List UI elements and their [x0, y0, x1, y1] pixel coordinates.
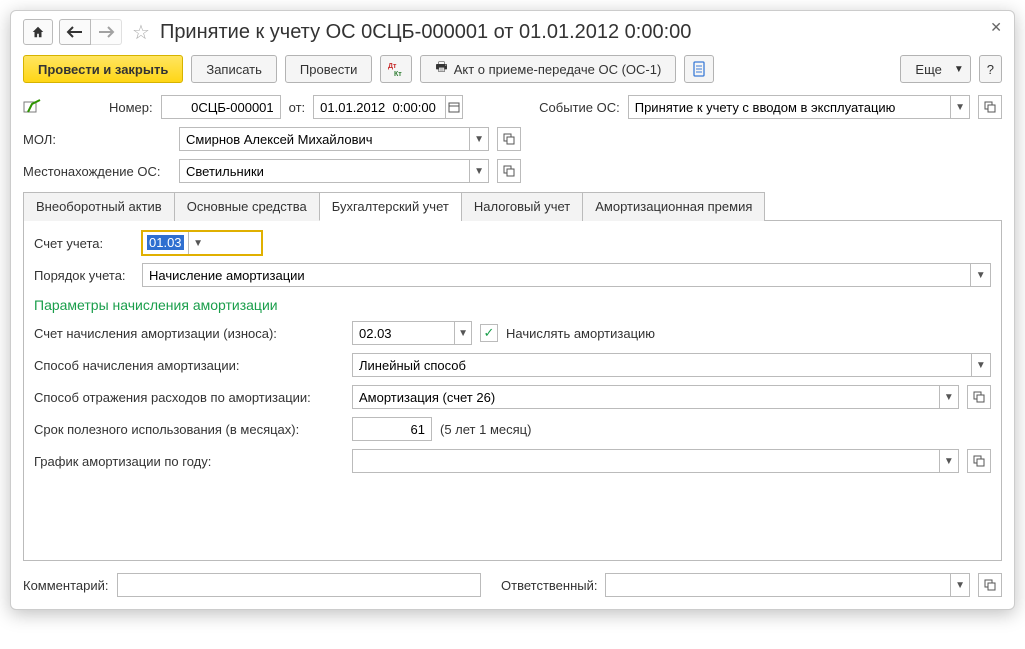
- account-input[interactable]: 01.03: [143, 232, 188, 254]
- location-label: Местонахождение ОС:: [23, 164, 171, 179]
- svg-text:Дт: Дт: [388, 63, 397, 70]
- life-label: Срок полезного использования (в месяцах)…: [34, 422, 344, 437]
- open-icon[interactable]: [497, 159, 521, 183]
- chevron-down-icon: ▼: [954, 64, 964, 75]
- attachments-button[interactable]: [684, 55, 714, 83]
- life-hint: (5 лет 1 месяц): [440, 422, 531, 437]
- mol-input[interactable]: [180, 128, 469, 150]
- post-button[interactable]: Провести: [285, 55, 373, 83]
- method-input[interactable]: [353, 354, 971, 376]
- dt-kt-button[interactable]: ДтКт: [380, 55, 412, 83]
- mol-label: МОЛ:: [23, 132, 171, 147]
- number-input[interactable]: [162, 96, 280, 118]
- calc-amort-checkbox[interactable]: ✓: [480, 324, 498, 342]
- print-act-label: Акт о приеме-передаче ОС (ОС-1): [454, 62, 662, 77]
- chevron-down-icon[interactable]: ▼: [469, 160, 488, 182]
- account-label: Счет учета:: [34, 236, 134, 251]
- forward-button[interactable]: [91, 19, 122, 45]
- tabs: Внеоборотный актив Основные средства Бух…: [23, 191, 1002, 221]
- svg-text:Кт: Кт: [394, 71, 402, 77]
- expense-label: Способ отражения расходов по амортизации…: [34, 390, 344, 405]
- chevron-down-icon[interactable]: ▼: [970, 264, 990, 286]
- more-label: Еще: [915, 62, 941, 77]
- chevron-down-icon[interactable]: ▼: [939, 450, 958, 472]
- save-button[interactable]: Записать: [191, 55, 277, 83]
- event-label: Событие ОС:: [539, 100, 620, 115]
- tab-accounting[interactable]: Бухгалтерский учет: [319, 192, 462, 221]
- open-icon[interactable]: [967, 449, 991, 473]
- tab-content: Счет учета: 01.03 ▼ Порядок учета: ▼ Пар…: [23, 221, 1002, 561]
- calendar-icon[interactable]: [445, 96, 463, 118]
- responsible-label: Ответственный:: [501, 578, 597, 593]
- method-label: Способ начисления амортизации:: [34, 358, 344, 373]
- amort-account-input[interactable]: [353, 322, 454, 344]
- event-input[interactable]: [629, 96, 950, 118]
- back-button[interactable]: [59, 19, 91, 45]
- order-input[interactable]: [143, 264, 970, 286]
- responsible-input[interactable]: [606, 574, 950, 596]
- date-input[interactable]: [314, 96, 444, 118]
- more-button[interactable]: Еще ▼: [900, 55, 970, 83]
- chevron-down-icon[interactable]: ▼: [939, 386, 958, 408]
- life-input[interactable]: [353, 418, 431, 440]
- expense-input[interactable]: [353, 386, 939, 408]
- open-icon[interactable]: [967, 385, 991, 409]
- ot-label: от:: [289, 100, 306, 115]
- calc-amort-label: Начислять амортизацию: [506, 326, 655, 341]
- chevron-down-icon[interactable]: ▼: [971, 354, 990, 376]
- comment-label: Комментарий:: [23, 578, 109, 593]
- post-and-close-button[interactable]: Провести и закрыть: [23, 55, 183, 83]
- close-icon[interactable]: ✕: [990, 19, 1002, 36]
- chevron-down-icon[interactable]: ▼: [188, 232, 208, 254]
- document-window: ✕ ☆ Принятие к учету ОС 0СЦБ-000001 от 0…: [10, 10, 1015, 610]
- tab-noncurrent-asset[interactable]: Внеоборотный актив: [23, 192, 175, 221]
- tab-amort-bonus[interactable]: Амортизационная премия: [582, 192, 765, 221]
- chevron-down-icon[interactable]: ▼: [950, 574, 969, 596]
- schedule-label: График амортизации по году:: [34, 454, 344, 469]
- location-input[interactable]: [180, 160, 469, 182]
- number-label: Номер:: [109, 100, 153, 115]
- doc-status-icon: [23, 99, 41, 115]
- tab-fixed-assets[interactable]: Основные средства: [174, 192, 320, 221]
- favorite-star-icon[interactable]: ☆: [128, 20, 154, 45]
- open-icon[interactable]: [978, 95, 1002, 119]
- help-button[interactable]: ?: [979, 55, 1002, 83]
- print-act-button[interactable]: Акт о приеме-передаче ОС (ОС-1): [420, 55, 676, 83]
- schedule-input[interactable]: [353, 450, 939, 472]
- amort-account-label: Счет начисления амортизации (износа):: [34, 326, 344, 341]
- comment-input[interactable]: [118, 574, 481, 596]
- chevron-down-icon[interactable]: ▼: [469, 128, 488, 150]
- chevron-down-icon[interactable]: ▼: [950, 96, 969, 118]
- page-title: Принятие к учету ОС 0СЦБ-000001 от 01.01…: [160, 21, 691, 44]
- home-button[interactable]: [23, 19, 53, 45]
- order-label: Порядок учета:: [34, 268, 134, 283]
- printer-icon: [435, 58, 447, 80]
- tab-tax[interactable]: Налоговый учет: [461, 192, 583, 221]
- open-icon[interactable]: [497, 127, 521, 151]
- section-title: Параметры начисления амортизации: [34, 297, 991, 313]
- open-icon[interactable]: [978, 573, 1002, 597]
- chevron-down-icon[interactable]: ▼: [454, 322, 471, 344]
